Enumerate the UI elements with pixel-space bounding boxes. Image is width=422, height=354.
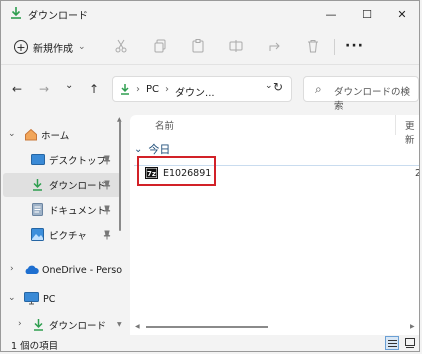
picture-icon xyxy=(31,228,44,241)
nav-item-label: ドキュメント xyxy=(49,206,107,217)
vertical-scrollbar[interactable] xyxy=(119,121,121,231)
breadcrumb-separator: › xyxy=(136,84,140,95)
file-explorer-window: ダウンロード — ☐ ✕ + 新規作成 ⌄ ··· ← → ⌄ ↑ › PC ›… xyxy=(0,0,420,352)
nav-item-desktop[interactable]: デスクトップ xyxy=(1,148,119,172)
tiles-view-button[interactable] xyxy=(403,336,417,350)
column-header-name[interactable]: 名前 xyxy=(155,118,174,132)
close-icon: ✕ xyxy=(397,7,407,21)
breadcrumb-pc[interactable]: PC xyxy=(146,84,159,99)
chevron-down-icon: ⌄ xyxy=(78,42,86,52)
nav-item-pc[interactable]: ⌄ PC xyxy=(1,287,119,311)
nav-item-label: ホーム xyxy=(41,131,70,142)
group-label: 今日 xyxy=(148,143,171,156)
horizontal-scrollbar[interactable] xyxy=(146,326,268,328)
maximize-button[interactable]: ☐ xyxy=(349,1,385,27)
chevron-right-icon[interactable]: › xyxy=(18,319,22,329)
file-list-pane: 名前 更新 ⌄ 今日 7z E1026891 202 xyxy=(130,115,419,339)
pin-icon xyxy=(103,205,111,215)
address-dropdown-button[interactable]: ⌄ xyxy=(265,81,273,91)
computer-icon xyxy=(24,292,39,305)
chevron-right-icon[interactable]: › xyxy=(10,264,14,274)
cut-icon[interactable] xyxy=(113,38,129,54)
plus-icon: + xyxy=(14,40,28,54)
nav-item-downloads[interactable]: ダウンロード xyxy=(3,173,121,197)
close-button[interactable]: ✕ xyxy=(384,1,419,27)
details-view-button[interactable] xyxy=(385,336,399,350)
nav-item-documents[interactable]: ドキュメント xyxy=(1,198,119,222)
scroll-right-arrow[interactable]: ▶ xyxy=(410,323,415,330)
nav-item-pc-downloads[interactable]: › ダウンロード xyxy=(1,313,119,337)
file-date: 202 xyxy=(415,168,419,179)
item-count: 1 個の項目 xyxy=(11,341,59,352)
breadcrumb-separator: › xyxy=(165,84,170,95)
pin-icon xyxy=(103,230,111,240)
column-divider[interactable] xyxy=(395,115,396,135)
toolbar-divider xyxy=(334,39,335,55)
nav-item-label: ダウンロード xyxy=(49,321,107,332)
forward-button[interactable]: → xyxy=(39,82,49,96)
up-button[interactable]: ↑ xyxy=(89,82,99,96)
chevron-down-icon: ⌄ xyxy=(134,143,143,155)
copy-icon[interactable] xyxy=(152,38,168,54)
cloud-icon xyxy=(25,265,39,274)
column-header-date[interactable]: 更新 xyxy=(405,118,419,146)
desktop-icon xyxy=(31,154,45,165)
delete-icon[interactable] xyxy=(305,38,321,54)
download-icon xyxy=(121,84,129,95)
nav-item-label: PC xyxy=(43,293,56,305)
nav-item-home[interactable]: ⌄ ホーム xyxy=(1,123,119,147)
refresh-button[interactable]: ↻ xyxy=(273,80,283,94)
recent-locations-button[interactable]: ⌄ xyxy=(65,80,73,91)
list-view-icon xyxy=(388,340,397,347)
pin-icon xyxy=(103,155,111,165)
maximize-icon: ☐ xyxy=(362,7,372,21)
nav-item-label: デスクトップ xyxy=(49,156,107,167)
download-icon xyxy=(33,179,42,191)
minimize-icon: — xyxy=(325,7,337,21)
breadcrumb-downloads[interactable]: ダウン... xyxy=(175,84,215,99)
nav-item-label: ダウンロード xyxy=(49,181,107,192)
nav-item-pictures[interactable]: ピクチャ xyxy=(1,223,119,247)
breadcrumb: › PC › ダウン... xyxy=(136,84,215,99)
chevron-down-icon[interactable]: ⌄ xyxy=(8,293,16,303)
title-bar: ダウンロード — ☐ ✕ xyxy=(1,1,419,27)
scroll-left-arrow[interactable]: ◀ xyxy=(135,323,140,330)
nav-item-onedrive[interactable]: › OneDrive - Perso xyxy=(1,258,123,282)
search-placeholder: ダウンロードの検索 xyxy=(334,87,411,112)
scroll-down-arrow[interactable]: ▼ xyxy=(117,321,122,328)
window-title: ダウンロード xyxy=(28,11,88,22)
new-button-label: 新規作成 xyxy=(33,43,73,55)
search-icon: ⌕ xyxy=(315,82,322,96)
nav-item-label: ピクチャ xyxy=(49,231,87,242)
minimize-button[interactable]: — xyxy=(313,1,349,27)
more-options-button[interactable]: ··· xyxy=(345,38,364,54)
pin-icon xyxy=(103,180,111,190)
share-icon[interactable] xyxy=(267,38,283,54)
navigation-pane: ⌄ ホーム デスクトップ ダウンロード ドキュメント ピクチャ › OneDri… xyxy=(1,115,127,333)
address-row: ← → ⌄ ↑ › PC › ダウン... ⌄ ↻ ⌕ ダウンロードの検索 xyxy=(1,65,419,115)
back-button[interactable]: ← xyxy=(12,82,22,96)
download-icon xyxy=(34,319,43,331)
document-icon xyxy=(32,203,43,216)
new-button[interactable]: + 新規作成 ⌄ xyxy=(14,37,86,57)
group-header-today[interactable]: ⌄ 今日 xyxy=(134,141,170,157)
paste-icon[interactable] xyxy=(190,38,206,54)
rename-icon[interactable] xyxy=(228,38,244,54)
search-input[interactable]: ⌕ ダウンロードの検索 xyxy=(303,76,419,112)
command-bar: + 新規作成 ⌄ ··· xyxy=(1,27,419,65)
chevron-down-icon[interactable]: ⌄ xyxy=(8,129,16,139)
highlight-box xyxy=(137,156,216,186)
download-folder-icon xyxy=(11,7,21,19)
home-icon xyxy=(25,128,37,141)
thumbnail-view-icon xyxy=(405,338,415,348)
nav-item-label: OneDrive - Perso xyxy=(42,264,123,276)
status-bar: 1 個の項目 xyxy=(1,335,419,352)
